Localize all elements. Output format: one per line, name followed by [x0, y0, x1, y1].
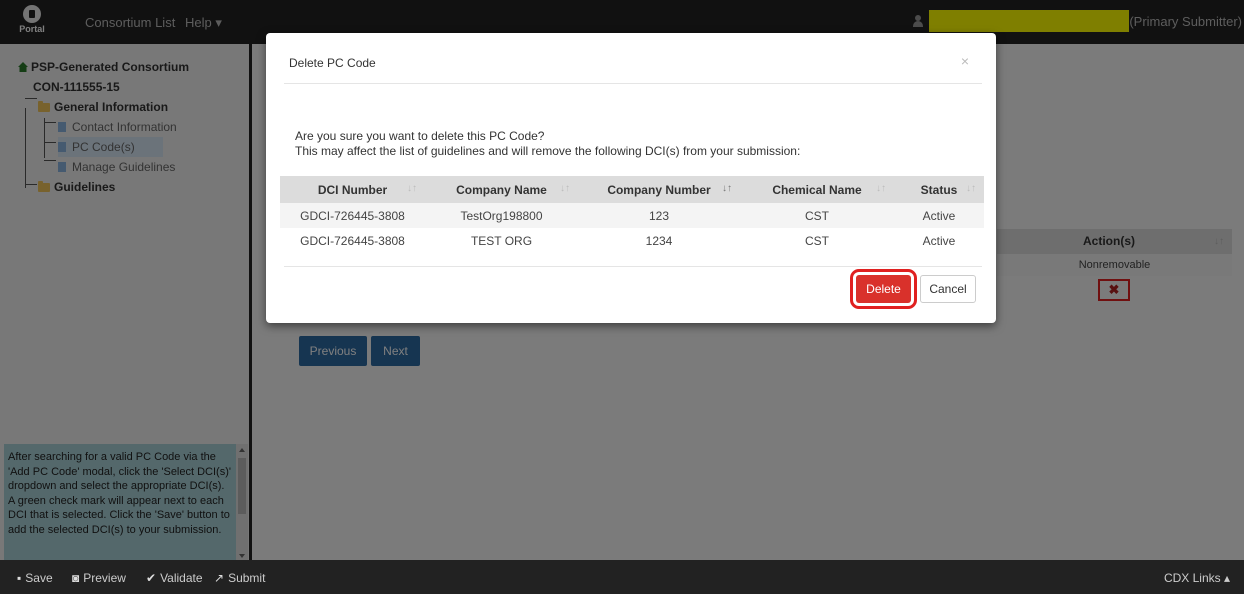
- sort-icon: ↓↑: [876, 183, 886, 194]
- save-button[interactable]: ▪ Save: [17, 571, 53, 585]
- submit-button[interactable]: ↗ Submit: [214, 571, 265, 585]
- table-cell: Active: [894, 203, 984, 228]
- column-label: Company Number: [607, 182, 711, 197]
- table-cell: 1234: [645, 233, 673, 248]
- table-cell: GDCI-726445-3808: [300, 233, 405, 248]
- modal-message-line2: This may affect the list of guidelines a…: [295, 144, 801, 158]
- cdx-links-menu[interactable]: CDX Links ▴: [1164, 571, 1230, 585]
- column-header-chemical-name[interactable]: Chemical Name ↓↑: [740, 176, 894, 203]
- modal-divider: [284, 83, 982, 84]
- sort-icon: ↓↑: [722, 183, 732, 194]
- table-cell: TestOrg198800: [425, 203, 578, 228]
- submit-label: Submit: [228, 571, 266, 585]
- modal-message-line1: Are you sure you want to delete this PC …: [295, 129, 545, 143]
- check-icon: ✔: [146, 571, 157, 585]
- modal-message: Are you sure you want to delete this PC …: [295, 129, 800, 159]
- table-row: GDCI-726445-3808 TestOrg198800 123 CST A…: [280, 203, 984, 228]
- sort-icon: ↓↑: [407, 183, 417, 194]
- column-label: Company Name: [456, 182, 547, 197]
- table-cell: CST: [740, 203, 894, 228]
- column-header-company-name[interactable]: Company Name ↓↑: [425, 176, 578, 203]
- modal-footer-divider: [284, 266, 982, 267]
- save-label: Save: [25, 571, 53, 585]
- cancel-button[interactable]: Cancel: [920, 275, 976, 303]
- column-label: DCI Number: [317, 182, 388, 197]
- preview-button[interactable]: ◙ Preview: [72, 571, 126, 585]
- sort-icon: ↓↑: [966, 183, 976, 194]
- delete-pc-code-modal: Delete PC Code × Are you sure you want t…: [266, 33, 996, 323]
- dci-table-header: DCI Number ↓↑ Company Name ↓↑ Company Numb…: [280, 176, 984, 203]
- column-label: Status: [920, 182, 958, 197]
- dci-table: DCI Number ↓↑ Company Name ↓↑ Company Numb…: [280, 176, 984, 253]
- table-cell: 123: [578, 203, 740, 228]
- column-label: Chemical Name: [772, 182, 862, 197]
- column-header-status[interactable]: Status ↓↑: [894, 176, 984, 203]
- validate-label: Validate: [160, 571, 203, 585]
- column-header-company-number[interactable]: Company Number ↓↑: [578, 176, 740, 203]
- close-icon[interactable]: ×: [961, 53, 969, 69]
- delete-button[interactable]: Delete: [850, 269, 917, 309]
- save-icon: ▪: [17, 571, 22, 585]
- camera-icon: ◙: [72, 571, 80, 585]
- modal-title: Delete PC Code: [289, 56, 376, 70]
- column-header-dci-number[interactable]: DCI Number ↓↑: [280, 176, 425, 203]
- table-row: GDCI-726445-3808 TEST ORG 1234 CST Activ…: [280, 228, 984, 253]
- table-cell: GDCI-726445-3808: [280, 203, 425, 228]
- table-cell: CST: [805, 233, 829, 248]
- validate-button[interactable]: ✔ Validate: [146, 571, 203, 585]
- table-cell: TEST ORG: [470, 233, 533, 248]
- submit-icon: ↗: [214, 571, 225, 585]
- footer-toolbar: ▪ Save ◙ Preview ✔ Validate ↗ Submit CDX Lin…: [0, 560, 1244, 594]
- preview-label: Preview: [83, 571, 126, 585]
- table-cell: Active: [922, 233, 956, 248]
- sort-icon: ↓↑: [560, 183, 570, 194]
